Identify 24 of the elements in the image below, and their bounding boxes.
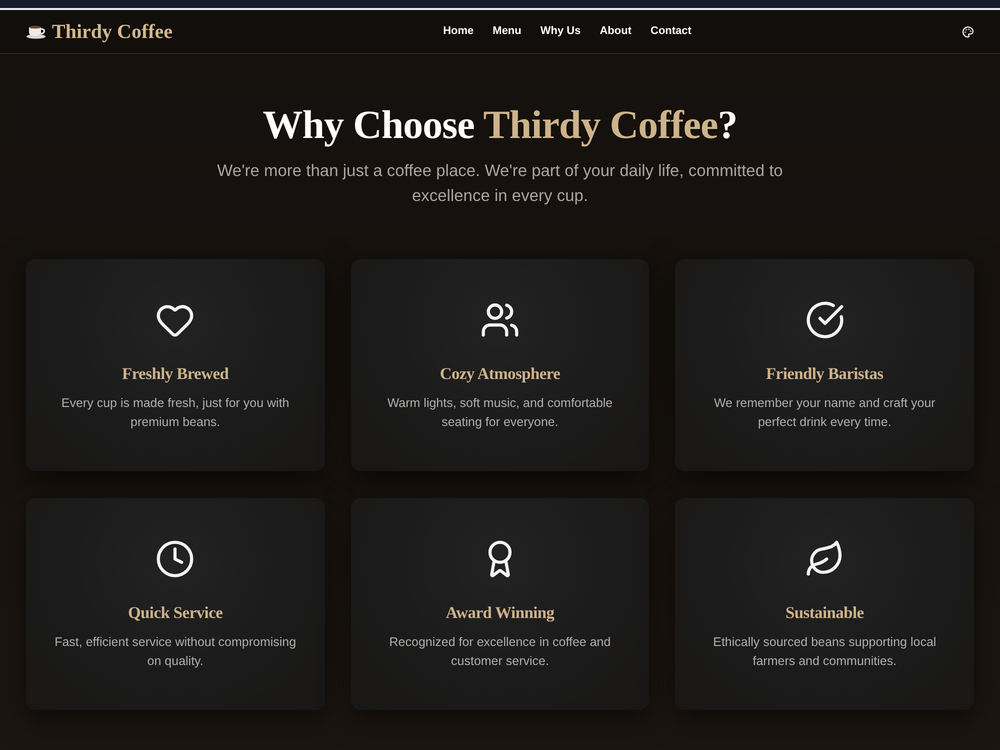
feature-title: Cozy Atmosphere: [440, 363, 560, 385]
feature-title: Freshly Brewed: [122, 363, 229, 385]
feature-description: Ethically sourced beans supporting local farmers and communities.: [712, 634, 938, 670]
nav-link[interactable]: Menu: [492, 26, 522, 37]
brand-logo[interactable]: Thirdy Coffee: [52, 22, 173, 42]
check-circle-icon: [804, 300, 845, 340]
palette-icon[interactable]: [962, 26, 974, 38]
nav-link[interactable]: About: [600, 26, 632, 37]
feature-title: Award Winning: [446, 602, 554, 624]
feature-description: We remember your name and craft your perfect drink every time.: [712, 395, 936, 431]
clock-icon: [155, 539, 196, 579]
feature-description: Every cup is made fresh, just for you with premium beans.: [60, 395, 290, 431]
feature-description: Fast, efficient service without compromising on quality.: [54, 634, 297, 670]
feature-title: Sustainable: [785, 602, 864, 624]
nav-link[interactable]: Contact: [650, 26, 692, 37]
feature-title: Quick Service: [128, 602, 223, 624]
feature-title: Friendly Baristas: [766, 363, 884, 385]
feature-description: Warm lights, soft music, and comfortable seating for everyone.: [386, 395, 614, 431]
nav-link[interactable]: Home: [443, 26, 474, 37]
section-subtitle: We're more than just a coffee place. We're part of your daily life, committed to excellence in every cup.: [216, 161, 784, 207]
section-heading: Why Choose Thirdy Coffee?: [262, 101, 738, 149]
nav-link[interactable]: Why Us: [540, 26, 581, 37]
feature-description: Recognized for excellence in coffee and customer service.: [388, 634, 612, 670]
coffee-cup-icon: [26, 24, 46, 39]
